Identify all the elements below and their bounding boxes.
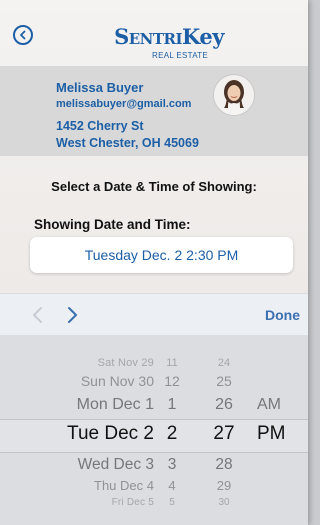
picker-hour-cell[interactable]: 5 [160, 497, 184, 508]
brand-logo: SENTRIKey REAL ESTATE [114, 24, 224, 60]
logo-letter-s: S [114, 24, 129, 49]
picker-date-cell[interactable]: Fri Dec 5 [112, 497, 154, 508]
picker-hour-cell[interactable]: 11 [160, 357, 184, 369]
logo-wordmark: SENTRIKey [114, 24, 224, 49]
buyer-address-line2: West Chester, OH 45069 [56, 136, 199, 150]
picker-hour-cell[interactable]: 2 [160, 423, 184, 445]
select-date-time-title: Select a Date & Time of Showing: [51, 179, 257, 194]
picker-hour-cell[interactable]: 4 [160, 478, 184, 493]
picker-ampm-cell[interactable]: PM [257, 423, 286, 445]
picker-minute-cell[interactable]: 29 [212, 478, 236, 493]
picker-date-cell[interactable]: Sat Nov 29 [98, 357, 154, 369]
app-screen: SENTRIKey REAL ESTATE Melissa Buyer meli… [0, 0, 308, 525]
done-button[interactable]: Done [265, 307, 300, 323]
showing-date-field[interactable]: Tuesday Dec. 2 2:30 PM [30, 237, 293, 273]
chevron-left-icon [33, 307, 42, 323]
picker-minute-cell[interactable]: 27 [212, 423, 236, 445]
logo-letters-key: Key [182, 24, 224, 49]
buyer-email[interactable]: melissabuyer@gmail.com [56, 98, 191, 110]
picker-date-cell[interactable]: Thu Dec 4 [94, 478, 154, 493]
showing-date-label: Showing Date and Time: [34, 217, 191, 232]
buyer-address-line1: 1452 Cherry St [56, 119, 144, 133]
picker-hour-cell[interactable]: 1 [160, 396, 184, 414]
picker-minute-cell[interactable]: 24 [212, 357, 236, 369]
picker-hour-cell[interactable]: 3 [160, 456, 184, 474]
chevron-right-icon [68, 307, 77, 323]
buyer-card: Melissa Buyer melissabuyer@gmail.com 145… [0, 66, 308, 156]
buyer-name: Melissa Buyer [56, 80, 144, 95]
picker-date-cell[interactable]: Mon Dec 1 [77, 396, 154, 414]
picker-hour-cell[interactable]: 12 [160, 373, 184, 389]
next-field-button[interactable] [63, 305, 81, 325]
logo-subtitle: REAL ESTATE [152, 51, 209, 60]
chevron-left-icon [20, 30, 26, 40]
picker-date-cell[interactable]: Wed Dec 3 [78, 456, 154, 474]
picker-date-cell[interactable]: Tue Dec 2 [67, 423, 154, 445]
logo-letters-entri: ENTRI [128, 30, 183, 48]
back-button[interactable] [13, 25, 33, 45]
picker-minute-cell[interactable]: 28 [212, 456, 236, 474]
picker-ampm-cell[interactable]: AM [257, 396, 281, 414]
picker-minute-cell[interactable]: 30 [212, 497, 236, 508]
previous-field-button[interactable] [29, 305, 47, 325]
avatar-photo [214, 75, 254, 115]
date-time-picker[interactable]: Sat Nov 29 11 24 Sun Nov 30 12 25 Mon De… [0, 335, 308, 525]
picker-date-cell[interactable]: Sun Nov 30 [81, 373, 154, 389]
avatar [214, 75, 254, 115]
picker-minute-cell[interactable]: 25 [212, 373, 236, 389]
picker-toolbar: Done [0, 293, 308, 336]
picker-minute-cell[interactable]: 26 [212, 396, 236, 414]
